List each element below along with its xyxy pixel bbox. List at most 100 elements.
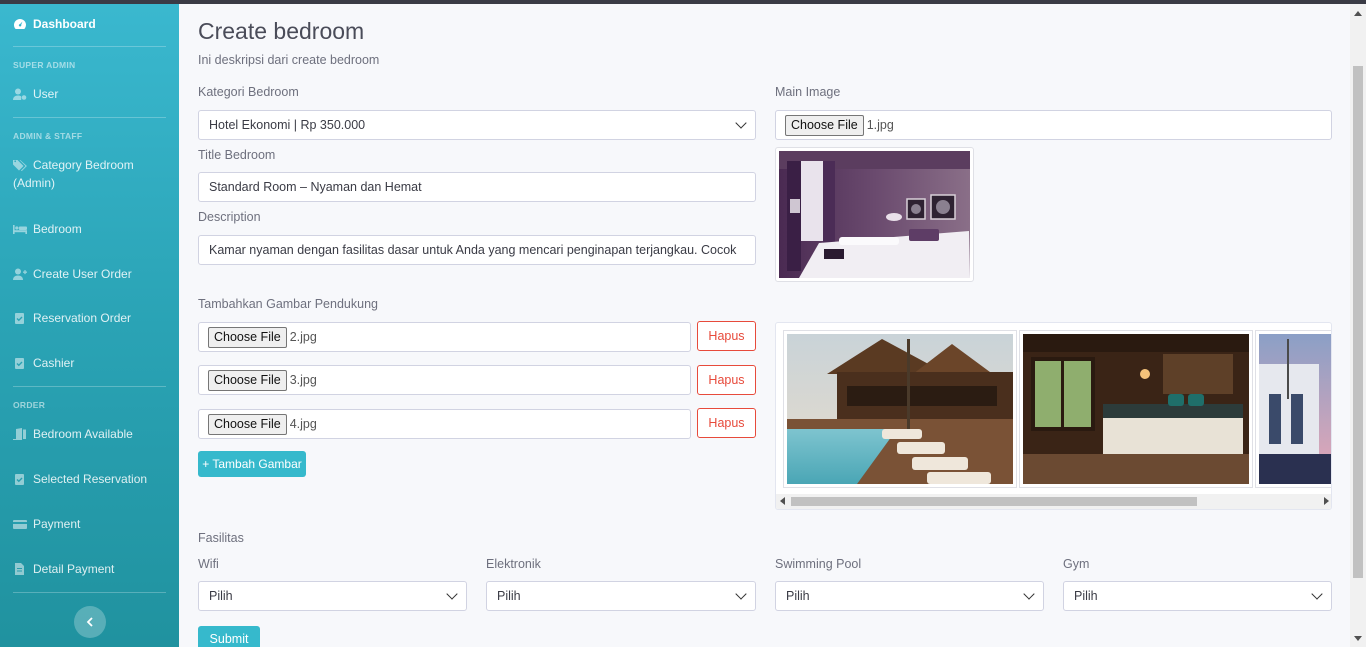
sidebar-item-label: User xyxy=(33,87,59,101)
sidebar-item-selected-reservation[interactable]: Selected Reservation xyxy=(0,470,179,488)
sidebar-divider xyxy=(13,386,166,387)
sidebar-divider xyxy=(13,117,166,118)
sidebar-heading: ADMIN & STAFF xyxy=(13,131,83,141)
file-name: 1.jpg xyxy=(866,118,894,132)
credit-card-icon xyxy=(13,520,27,529)
choose-file-button[interactable]: Choose File xyxy=(785,114,864,136)
sidebar-item-cashier[interactable]: Cashier xyxy=(0,354,179,372)
door-open-icon xyxy=(13,428,26,440)
title-label: Title Bedroom xyxy=(198,148,276,162)
sidebar-item-label: Create User Order xyxy=(33,267,132,281)
wifi-label: Wifi xyxy=(198,557,219,571)
sidebar-toggle-button[interactable] xyxy=(74,606,106,638)
chevron-down-icon xyxy=(446,588,458,600)
elektronik-label: Elektronik xyxy=(486,557,541,571)
scroll-down-arrow-icon[interactable] xyxy=(1354,636,1362,641)
sidebar-item-reservation-order[interactable]: Reservation Order xyxy=(0,309,179,327)
user-plus-icon xyxy=(13,268,27,280)
swimming-pool-label: Swimming Pool xyxy=(775,557,862,571)
chevron-down-icon xyxy=(1023,588,1035,600)
clipboard-check-icon xyxy=(15,358,24,369)
chevron-down-icon xyxy=(735,117,747,129)
chevron-left-icon xyxy=(86,617,93,627)
file-invoice-icon xyxy=(15,563,24,575)
wifi-value: Pilih xyxy=(209,589,233,603)
description-label: Description xyxy=(198,210,261,224)
sidebar-divider xyxy=(13,592,166,593)
choose-file-button[interactable]: Choose File xyxy=(208,369,287,391)
gallery-image xyxy=(1019,330,1253,488)
description-value: Kamar nyaman dengan fasilitas dasar untu… xyxy=(209,243,737,257)
sidebar-item-sublabel: (Admin) xyxy=(13,176,56,190)
scroll-left-arrow-icon[interactable] xyxy=(780,497,785,505)
main-image-input[interactable]: Choose File 1.jpg xyxy=(775,110,1332,140)
scroll-up-arrow-icon[interactable] xyxy=(1354,11,1362,16)
sidebar-heading: ORDER xyxy=(13,400,46,410)
sidebar-heading: SUPER ADMIN xyxy=(13,60,76,70)
kategori-value: Hotel Ekonomi | Rp 350.000 xyxy=(209,118,366,132)
top-border xyxy=(0,0,1366,4)
title-input[interactable]: Standard Room – Nyaman dan Hemat xyxy=(198,172,756,202)
fasilitas-label: Fasilitas xyxy=(198,531,244,545)
chevron-down-icon xyxy=(735,588,747,600)
scrollbar-thumb[interactable] xyxy=(791,497,1197,506)
chevron-down-icon xyxy=(1311,588,1323,600)
sidebar-item-label: Category Bedroom xyxy=(33,158,134,172)
choose-file-button[interactable]: Choose File xyxy=(208,413,287,435)
swimming-pool-select[interactable]: Pilih xyxy=(775,581,1044,611)
dashboard-icon xyxy=(14,19,26,29)
pendukung-file-input[interactable]: Choose File 2.jpg xyxy=(198,322,691,352)
file-name: 4.jpg xyxy=(289,417,317,431)
elektronik-select[interactable]: Pilih xyxy=(486,581,756,611)
sidebar-item-label: Cashier xyxy=(33,356,75,370)
hapus-button[interactable]: Hapus xyxy=(697,365,756,395)
elektronik-value: Pilih xyxy=(497,589,521,603)
file-name: 2.jpg xyxy=(289,330,317,344)
sidebar-item-bedroom-available[interactable]: Bedroom Available xyxy=(0,425,179,443)
kategori-select[interactable]: Hotel Ekonomi | Rp 350.000 xyxy=(198,110,756,140)
scroll-right-arrow-icon[interactable] xyxy=(1324,497,1329,505)
user-cog-icon xyxy=(13,88,27,100)
swimming-pool-value: Pilih xyxy=(786,589,810,603)
sidebar-item-label: Dashboard xyxy=(33,17,96,31)
sidebar-item-detail-payment[interactable]: Detail Payment xyxy=(0,560,179,578)
sidebar-item-label: Detail Payment xyxy=(33,562,115,576)
supporting-images-gallery xyxy=(775,322,1332,510)
sidebar-item-category-bedroom[interactable]: Category Bedroom (Admin) xyxy=(0,156,179,192)
scrollbar-thumb[interactable] xyxy=(1353,66,1363,578)
bedroom-photo xyxy=(779,151,970,278)
sidebar-item-create-user-order[interactable]: Create User Order xyxy=(0,265,179,283)
gallery-horizontal-scrollbar[interactable] xyxy=(776,494,1331,509)
pendukung-file-input[interactable]: Choose File 3.jpg xyxy=(198,365,691,395)
choose-file-button[interactable]: Choose File xyxy=(208,326,287,348)
main-image-label: Main Image xyxy=(775,85,841,99)
sidebar-item-bedroom[interactable]: Bedroom xyxy=(0,220,179,238)
sidebar: Dashboard SUPER ADMIN User ADMIN & STAFF… xyxy=(0,4,179,647)
resort-pool-photo xyxy=(787,334,1013,484)
gallery-image xyxy=(1255,330,1331,488)
clipboard-check-icon xyxy=(15,474,24,485)
hapus-button[interactable]: Hapus xyxy=(697,321,756,351)
title-value: Standard Room – Nyaman dan Hemat xyxy=(209,180,422,194)
sidebar-item-dashboard[interactable]: Dashboard xyxy=(0,15,179,33)
page-description: Ini deskripsi dari create bedroom xyxy=(198,53,380,67)
description-input[interactable]: Kamar nyaman dengan fasilitas dasar untu… xyxy=(198,235,756,265)
sidebar-item-payment[interactable]: Payment xyxy=(0,515,179,533)
sidebar-item-label: Selected Reservation xyxy=(33,472,148,486)
gallery-image xyxy=(783,330,1017,488)
wifi-select[interactable]: Pilih xyxy=(198,581,467,611)
sidebar-item-user[interactable]: User xyxy=(0,85,179,103)
file-name: 3.jpg xyxy=(289,373,317,387)
bed-icon xyxy=(13,225,27,234)
hapus-button[interactable]: Hapus xyxy=(697,408,756,438)
page-title: Create bedroom xyxy=(198,18,365,44)
sidebar-item-label: Bedroom Available xyxy=(33,427,133,441)
villa-bedroom-photo xyxy=(1023,334,1249,484)
tambah-gambar-button[interactable]: + Tambah Gambar xyxy=(198,451,306,477)
submit-button[interactable]: Submit xyxy=(198,626,260,647)
pendukung-file-input[interactable]: Choose File 4.jpg xyxy=(198,409,691,439)
gym-select[interactable]: Pilih xyxy=(1063,581,1332,611)
page-vertical-scrollbar[interactable] xyxy=(1350,4,1366,647)
kategori-label: Kategori Bedroom xyxy=(198,85,299,99)
clipboard-check-icon xyxy=(15,313,24,324)
